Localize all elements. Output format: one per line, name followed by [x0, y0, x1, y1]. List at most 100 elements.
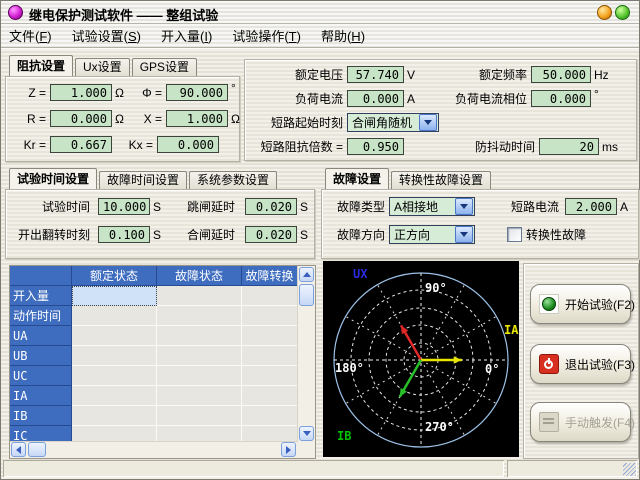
table-cell[interactable]	[242, 286, 298, 306]
status-bar-right	[507, 460, 637, 477]
menu-test-operation[interactable]: 试验操作(T)	[224, 24, 313, 47]
table-cell[interactable]	[72, 346, 157, 366]
tab-fault-settings[interactable]: 故障设置	[325, 168, 389, 189]
trip-delay-field[interactable]: 0.020	[245, 198, 297, 215]
column-header[interactable]: 故障转换	[242, 266, 298, 286]
menu-bar: 文件(F) 试验设置(S) 开入量(I) 试验操作(T) 帮助(H)	[1, 24, 639, 47]
convert-fault-label: 转换性故障	[526, 226, 586, 243]
column-header[interactable]: 故障状态	[157, 266, 242, 286]
start-test-button[interactable]: 开始试验(F2)	[530, 284, 631, 324]
minimize-button[interactable]	[597, 5, 612, 20]
scroll-left-button[interactable]	[11, 442, 26, 457]
exit-test-label: 退出试验(F3)	[565, 356, 635, 373]
table-cell[interactable]	[72, 406, 157, 426]
z-label: Z =	[12, 86, 46, 100]
table-cell[interactable]	[242, 306, 298, 326]
close-delay-field[interactable]: 0.020	[245, 226, 297, 243]
table-cell[interactable]	[157, 286, 242, 306]
chevron-down-icon[interactable]	[455, 198, 473, 215]
tab-convert-fault-settings[interactable]: 转换性故障设置	[391, 171, 491, 189]
chevron-down-icon[interactable]	[455, 226, 473, 243]
table-cell[interactable]	[242, 406, 298, 426]
impedance-mult-label: 短路阻抗倍数 =	[245, 138, 343, 155]
tab-impedance-settings[interactable]: 阻抗设置	[9, 55, 73, 76]
table-cell[interactable]	[242, 326, 298, 346]
tab-test-time-settings[interactable]: 试验时间设置	[9, 168, 97, 189]
short-start-combo[interactable]: 合闸角随机	[347, 113, 439, 132]
horizontal-scroll-thumb[interactable]	[28, 442, 46, 457]
main-window: 继电保护测试软件 —— 整组试验 文件(F) 试验设置(S) 开入量(I) 试验…	[0, 0, 640, 480]
exit-test-icon	[539, 354, 559, 374]
close-button[interactable]	[615, 5, 630, 20]
angle-label-90: 90°	[425, 281, 447, 295]
menu-test-settings[interactable]: 试验设置(S)	[64, 24, 153, 47]
column-header[interactable]: 额定状态	[72, 266, 157, 286]
menu-input-quantity[interactable]: 开入量(I)	[153, 24, 224, 47]
table-cell[interactable]	[157, 386, 242, 406]
table-cell[interactable]	[242, 346, 298, 366]
tab-fault-time-settings[interactable]: 故障时间设置	[99, 171, 187, 189]
table-cell[interactable]	[72, 366, 157, 386]
x-field[interactable]: 1.000	[166, 110, 228, 127]
fault-direction-value: 正方向	[390, 226, 454, 243]
short-current-field[interactable]: 2.000	[565, 198, 617, 215]
table-row: UC	[10, 366, 298, 386]
short-current-unit: A	[620, 200, 628, 214]
selected-cell[interactable]	[72, 286, 157, 306]
table-cell[interactable]	[242, 426, 298, 442]
vertical-scrollbar[interactable]	[297, 266, 315, 442]
angle-label-270: 270°	[425, 420, 454, 434]
exit-test-button[interactable]: 退出试验(F3)	[530, 344, 631, 384]
scroll-down-button[interactable]	[299, 426, 314, 441]
menu-file[interactable]: 文件(F)	[1, 24, 64, 47]
kx-field[interactable]: 0.000	[157, 136, 219, 153]
resize-grip[interactable]	[623, 463, 636, 476]
table-cell[interactable]	[157, 426, 242, 442]
table-cell[interactable]	[72, 386, 157, 406]
table-cell[interactable]	[242, 386, 298, 406]
scroll-up-button[interactable]	[299, 267, 314, 282]
load-phase-field[interactable]: 0.000	[531, 90, 591, 107]
debounce-field[interactable]: 20	[539, 138, 599, 155]
table-row: 动作时间	[10, 306, 298, 326]
table-cell[interactable]	[242, 366, 298, 386]
vertical-scroll-thumb[interactable]	[299, 284, 314, 306]
test-time-field[interactable]: 10.000	[98, 198, 150, 215]
chevron-down-icon[interactable]	[419, 114, 437, 131]
tab-ux-settings[interactable]: Ux设置	[75, 58, 130, 76]
fault-type-combo[interactable]: A相接地	[389, 197, 475, 216]
table-cell[interactable]	[157, 306, 242, 326]
table-cell[interactable]	[157, 326, 242, 346]
table-cell[interactable]	[72, 326, 157, 346]
short-start-label: 短路起始时刻	[245, 114, 343, 131]
phi-field[interactable]: 90.000	[166, 84, 228, 101]
fault-direction-combo[interactable]: 正方向	[389, 225, 475, 244]
flip-time-field[interactable]: 0.100	[98, 226, 150, 243]
convert-fault-checkbox[interactable]	[507, 227, 522, 242]
tab-gps-settings[interactable]: GPS设置	[132, 58, 197, 76]
z-unit: Ω	[115, 86, 124, 100]
phi-label: Φ =	[130, 86, 162, 100]
load-phase-label: 负荷电流相位	[415, 90, 527, 107]
tab-system-param-settings[interactable]: 系统参数设置	[189, 171, 277, 189]
rated-voltage-field[interactable]: 57.740	[347, 66, 404, 83]
table-cell[interactable]	[157, 406, 242, 426]
impedance-mult-field[interactable]: 0.950	[347, 138, 404, 155]
manual-trigger-label: 手动触发(F4)	[565, 414, 635, 431]
app-icon	[8, 5, 23, 20]
table-cell[interactable]	[72, 426, 157, 442]
title-bar[interactable]: 继电保护测试软件 —— 整组试验	[1, 1, 639, 24]
load-phase-unit: °	[594, 87, 599, 101]
z-field[interactable]: 1.000	[50, 84, 112, 101]
fault-type-label: 故障类型	[333, 198, 385, 215]
table-cell[interactable]	[157, 366, 242, 386]
table-cell[interactable]	[157, 346, 242, 366]
table-cell[interactable]	[72, 306, 157, 326]
load-current-field[interactable]: 0.000	[347, 90, 404, 107]
scroll-right-button[interactable]	[281, 442, 296, 457]
horizontal-scrollbar[interactable]	[10, 441, 298, 458]
kr-field[interactable]: 0.667	[50, 136, 112, 153]
menu-help[interactable]: 帮助(H)	[313, 24, 377, 47]
r-field[interactable]: 0.000	[50, 110, 112, 127]
rated-frequency-field[interactable]: 50.000	[531, 66, 591, 83]
